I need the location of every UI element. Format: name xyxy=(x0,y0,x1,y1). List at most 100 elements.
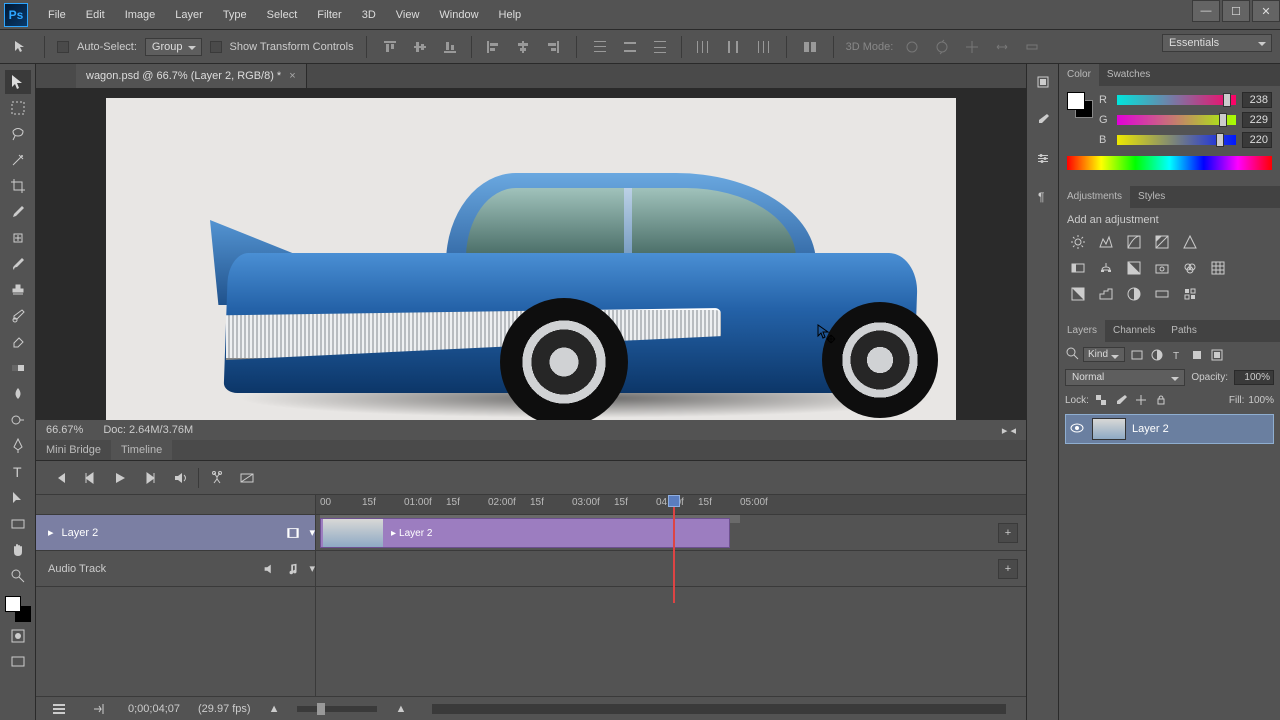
properties-panel-icon[interactable] xyxy=(1031,146,1055,170)
audio-menu-icon[interactable]: ▾ xyxy=(309,562,315,575)
align-left-icon[interactable] xyxy=(482,36,504,58)
window-close-button[interactable]: ✕ xyxy=(1252,0,1280,22)
color-fgbg-swatch[interactable] xyxy=(1067,92,1093,118)
align-vcenter-icon[interactable] xyxy=(409,36,431,58)
window-minimize-button[interactable]: — xyxy=(1192,0,1220,22)
track-menu-icon[interactable]: ▾ xyxy=(309,526,315,539)
align-top-icon[interactable] xyxy=(379,36,401,58)
distribute-right-icon[interactable] xyxy=(752,36,774,58)
close-icon[interactable]: × xyxy=(289,70,295,82)
audio-mute-icon[interactable] xyxy=(261,558,277,580)
foreground-background-colors[interactable] xyxy=(5,596,31,622)
r-value[interactable]: 238 xyxy=(1242,92,1272,108)
opacity-value[interactable]: 100% xyxy=(1234,370,1274,385)
split-button[interactable] xyxy=(205,466,229,490)
filter-icon[interactable] xyxy=(1065,346,1079,363)
distribute-v-icon[interactable] xyxy=(619,36,641,58)
menu-window[interactable]: Window xyxy=(429,0,488,30)
video-track-header[interactable]: ▸ Layer 2 ▾ xyxy=(36,515,315,551)
show-transform-checkbox[interactable] xyxy=(210,41,222,53)
filter-type-icon[interactable]: T xyxy=(1169,347,1185,363)
layer-item[interactable]: Layer 2 xyxy=(1065,414,1274,444)
shape-tool[interactable] xyxy=(5,512,31,536)
timecode[interactable]: 0;00;04;07 xyxy=(128,703,180,715)
channel-mixer-icon[interactable] xyxy=(1179,258,1201,278)
auto-select-dropdown[interactable]: Group xyxy=(145,38,202,56)
menu-help[interactable]: Help xyxy=(489,0,532,30)
hue-icon[interactable] xyxy=(1067,258,1089,278)
menu-3d[interactable]: 3D xyxy=(352,0,386,30)
render-icon[interactable] xyxy=(88,698,110,720)
brush-tool[interactable] xyxy=(5,252,31,276)
blend-mode-dropdown[interactable]: Normal xyxy=(1065,369,1185,386)
scroll-arrow-icon[interactable]: ▸ ◂ xyxy=(1002,424,1016,437)
align-bottom-icon[interactable] xyxy=(439,36,461,58)
filter-adjust-icon[interactable] xyxy=(1149,347,1165,363)
menu-type[interactable]: Type xyxy=(213,0,257,30)
align-hcenter-icon[interactable] xyxy=(512,36,534,58)
eraser-tool[interactable] xyxy=(5,330,31,354)
r-slider[interactable] xyxy=(1117,95,1236,105)
lock-pixels-icon[interactable] xyxy=(1113,392,1129,408)
auto-align-icon[interactable] xyxy=(799,36,821,58)
lock-all-icon[interactable] xyxy=(1153,392,1169,408)
window-maximize-button[interactable]: ☐ xyxy=(1222,0,1250,22)
quick-mask-tool[interactable] xyxy=(5,624,31,648)
3d-orbit-icon[interactable] xyxy=(901,36,923,58)
chevron-right-icon[interactable]: ▸ xyxy=(48,526,54,539)
photo-filter-icon[interactable] xyxy=(1151,258,1173,278)
pen-tool[interactable] xyxy=(5,434,31,458)
filter-pixel-icon[interactable] xyxy=(1129,347,1145,363)
distribute-bottom-icon[interactable] xyxy=(649,36,671,58)
blur-tool[interactable] xyxy=(5,382,31,406)
canvas-area[interactable] xyxy=(36,88,1026,420)
channels-tab[interactable]: Channels xyxy=(1105,320,1163,342)
distribute-h-icon[interactable] xyxy=(722,36,744,58)
type-tool[interactable]: T xyxy=(5,460,31,484)
stamp-tool[interactable] xyxy=(5,278,31,302)
color-balance-icon[interactable] xyxy=(1095,258,1117,278)
transition-button[interactable] xyxy=(235,466,259,490)
3d-slide-icon[interactable] xyxy=(991,36,1013,58)
color-lookup-icon[interactable] xyxy=(1207,258,1229,278)
playhead[interactable] xyxy=(668,495,680,603)
eyedropper-tool[interactable] xyxy=(5,200,31,224)
chevron-right-icon[interactable]: ▸ xyxy=(391,528,396,539)
add-audio-track-button[interactable]: + xyxy=(998,559,1018,579)
adjustments-tab[interactable]: Adjustments xyxy=(1059,186,1130,208)
history-panel-icon[interactable] xyxy=(1031,70,1055,94)
timeline-options-icon[interactable] xyxy=(48,698,70,720)
timeline-scrollbar[interactable] xyxy=(432,704,1006,714)
mini-bridge-tab[interactable]: Mini Bridge xyxy=(36,440,111,460)
g-slider[interactable] xyxy=(1117,115,1236,125)
3d-scale-icon[interactable] xyxy=(1021,36,1043,58)
zoom-tool[interactable] xyxy=(5,564,31,588)
character-panel-icon[interactable]: ¶ xyxy=(1031,184,1055,208)
brush-panel-icon[interactable] xyxy=(1031,108,1055,132)
timeline-zoom-slider[interactable] xyxy=(297,706,377,712)
path-select-tool[interactable] xyxy=(5,486,31,510)
filter-kind-dropdown[interactable]: Kind xyxy=(1083,347,1125,362)
b-value[interactable]: 220 xyxy=(1242,132,1272,148)
marquee-tool[interactable] xyxy=(5,96,31,120)
hue-strip[interactable] xyxy=(1067,156,1272,170)
filter-smart-icon[interactable] xyxy=(1209,347,1225,363)
document-tab[interactable]: wagon.psd @ 66.7% (Layer 2, RGB/8) * × xyxy=(76,64,307,88)
styles-tab[interactable]: Styles xyxy=(1130,186,1173,208)
threshold-icon[interactable] xyxy=(1123,284,1145,304)
levels-icon[interactable] xyxy=(1095,232,1117,252)
distribute-top-icon[interactable] xyxy=(589,36,611,58)
menu-layer[interactable]: Layer xyxy=(165,0,213,30)
healing-tool[interactable] xyxy=(5,226,31,250)
align-right-icon[interactable] xyxy=(542,36,564,58)
bw-icon[interactable] xyxy=(1123,258,1145,278)
brightness-icon[interactable] xyxy=(1067,232,1089,252)
lock-position-icon[interactable] xyxy=(1133,392,1149,408)
color-tab[interactable]: Color xyxy=(1059,64,1099,86)
gradient-tool[interactable] xyxy=(5,356,31,380)
auto-select-checkbox[interactable] xyxy=(57,41,69,53)
layer-name[interactable]: Layer 2 xyxy=(1132,423,1169,435)
paths-tab[interactable]: Paths xyxy=(1163,320,1205,342)
b-slider[interactable] xyxy=(1117,135,1236,145)
document-canvas[interactable] xyxy=(106,98,956,420)
